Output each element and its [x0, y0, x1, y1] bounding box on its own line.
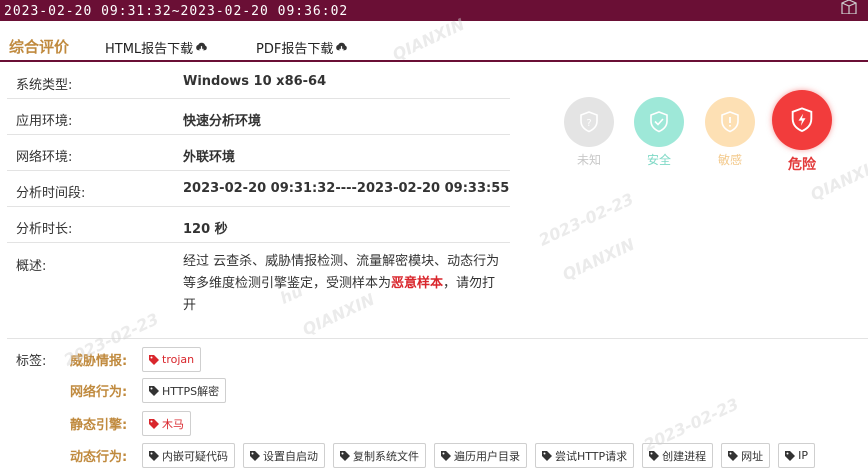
info-value: 2023-02-20 09:31:32----2023-02-20 09:33:…	[183, 181, 510, 196]
tag-icon	[542, 450, 552, 461]
level-name: 敏感	[717, 153, 742, 167]
tag-item[interactable]: 创建进程	[642, 443, 714, 468]
tag-icon	[441, 450, 451, 461]
info-row-time-range: 分析时间段: 2023-02-20 09:31:32----2023-02-20…	[7, 171, 510, 207]
info-value: 外联环境	[183, 150, 236, 165]
divider	[7, 338, 868, 339]
level-name: 未知	[576, 153, 601, 167]
info-row-app-env: 应用环境: 快速分析环境	[7, 99, 510, 135]
tag-icon	[149, 354, 159, 365]
question-shield-icon: ?	[580, 111, 598, 133]
tag-row-threat-intel: 威胁情报: trojan	[70, 347, 202, 372]
cube-icon[interactable]	[838, 0, 860, 14]
tag-icon	[149, 385, 159, 396]
tag-text: HTTPS解密	[162, 384, 220, 398]
tab-summary[interactable]: 综合评价	[9, 36, 69, 57]
tag-icon	[728, 450, 739, 461]
tag-item[interactable]: 设置自启动	[243, 443, 325, 468]
tab-pdf-download-label: PDF报告下载	[256, 42, 334, 57]
analysis-info-table: 系统类型: Windows 10 x86-64 应用环境: 快速分析环境 网络环…	[7, 63, 510, 337]
tag-item[interactable]: IP	[778, 443, 816, 468]
tag-category: 网络行为:	[70, 385, 128, 400]
info-label: 应用环境:	[16, 114, 73, 129]
risk-level-indicator: ? 未知 安全 敏感 危险	[560, 90, 840, 180]
tag-text: 网址	[741, 449, 764, 463]
tab-pdf-download[interactable]: PDF报告下载	[256, 38, 348, 57]
tag-text: 遍历用户目录	[454, 449, 520, 463]
summary-text: 经过 云查杀、威胁情报检测、流量解密模块、动态行为 等多维度检测引擎鉴定，受测样…	[183, 251, 503, 317]
tag-text: 木马	[162, 417, 184, 431]
info-row-system: 系统类型: Windows 10 x86-64	[7, 63, 510, 99]
tag-text: 设置自启动	[263, 449, 318, 463]
time-range-text: 2023-02-20 09:31:32~2023-02-20 09:36:02	[4, 4, 349, 19]
tag-row-network: 网络行为: HTTPS解密	[70, 378, 227, 403]
tag-list: HTTPS解密	[142, 378, 227, 403]
time-range-bar: 2023-02-20 09:31:32~2023-02-20 09:36:02	[0, 0, 868, 21]
tag-item[interactable]: 复制系统文件	[333, 443, 426, 468]
tag-row-dynamic: 动态行为: 内嵌可疑代码 设置自启动 复制系统文件 遍历用户目录 尝试HTTP请…	[70, 443, 816, 468]
info-row-duration: 分析时长: 120 秒	[7, 207, 510, 243]
level-circle: ?	[564, 97, 614, 147]
cloud-download-icon	[196, 42, 207, 52]
tag-list: trojan	[142, 347, 202, 372]
check-shield-icon	[650, 111, 668, 133]
level-circle	[705, 97, 755, 147]
tag-icon	[250, 450, 260, 461]
tag-item[interactable]: HTTPS解密	[142, 378, 227, 403]
tag-category: 静态引擎:	[70, 418, 128, 433]
tag-icon	[149, 450, 159, 461]
info-label: 分析时长:	[16, 222, 73, 237]
info-label: 分析时间段:	[16, 186, 86, 201]
tag-icon	[649, 450, 660, 461]
tab-underline	[0, 60, 868, 62]
tag-text: 内嵌可疑代码	[162, 449, 228, 463]
tag-category: 动态行为:	[70, 450, 128, 465]
tag-text: IP	[798, 449, 809, 462]
level-circle	[634, 97, 684, 147]
level-danger: 危险	[770, 90, 834, 174]
tag-text: 复制系统文件	[353, 449, 419, 463]
info-value: Windows 10 x86-64	[183, 74, 327, 89]
info-label: 网络环境:	[16, 150, 73, 165]
level-circle	[772, 90, 832, 150]
tag-icon	[149, 418, 159, 429]
tag-icon	[340, 450, 350, 461]
level-name: 安全	[646, 153, 671, 167]
tag-row-static-engine: 静态引擎: 木马	[70, 411, 191, 436]
tag-text: 尝试HTTP请求	[555, 449, 628, 463]
tag-list: 木马	[142, 411, 191, 436]
level-name: 危险	[788, 157, 816, 173]
tag-item[interactable]: 内嵌可疑代码	[142, 443, 235, 468]
tag-item[interactable]: trojan	[142, 347, 202, 372]
level-safe: 安全	[633, 97, 685, 168]
tab-html-download[interactable]: HTML报告下载	[105, 38, 208, 57]
tag-category: 威胁情报:	[70, 354, 128, 369]
cloud-download-icon	[336, 42, 348, 52]
exclaim-shield-icon	[721, 111, 739, 133]
tag-text: trojan	[162, 353, 195, 366]
verdict-text: 恶意样本	[391, 276, 444, 291]
tab-html-download-label: HTML报告下载	[105, 42, 194, 57]
tag-item[interactable]: 网址	[721, 443, 771, 468]
tag-item[interactable]: 遍历用户目录	[434, 443, 527, 468]
tag-text: 创建进程	[662, 449, 707, 463]
lightning-shield-icon	[791, 107, 813, 133]
level-sensitive: 敏感	[704, 97, 756, 168]
info-row-summary: 概述: 经过 云查杀、威胁情报检测、流量解密模块、动态行为 等多维度检测引擎鉴定…	[7, 243, 510, 337]
info-row-network-env: 网络环境: 外联环境	[7, 135, 510, 171]
level-unknown: ? 未知	[563, 97, 615, 168]
report-tabs: 综合评价 HTML报告下载 PDF报告下载	[0, 32, 868, 60]
info-value: 120 秒	[183, 222, 228, 237]
tag-icon	[785, 450, 796, 461]
svg-text:?: ?	[586, 118, 591, 129]
watermark: QIANXIN	[559, 234, 638, 285]
info-value: 快速分析环境	[183, 114, 262, 129]
info-label: 概述:	[16, 259, 47, 274]
tag-item[interactable]: 木马	[142, 411, 191, 436]
tags-label: 标签:	[16, 354, 47, 369]
tag-item[interactable]: 尝试HTTP请求	[535, 443, 635, 468]
watermark: 2023-02-23	[535, 189, 637, 250]
info-label: 系统类型:	[16, 78, 73, 93]
tag-list: 内嵌可疑代码 设置自启动 复制系统文件 遍历用户目录 尝试HTTP请求 创建进程…	[142, 443, 816, 468]
